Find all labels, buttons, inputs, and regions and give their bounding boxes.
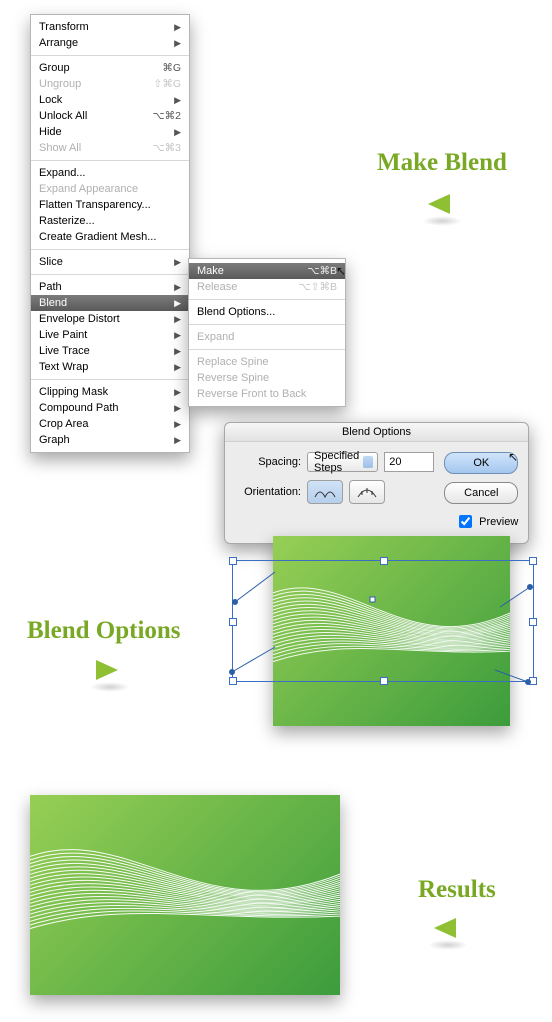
- menu-item-text-wrap[interactable]: Text Wrap▶: [31, 359, 189, 375]
- menu-item-expand-appearance: Expand Appearance: [31, 181, 189, 197]
- submenu-arrow-icon: ▶: [174, 346, 181, 357]
- submenu-arrow-icon: ▶: [174, 419, 181, 430]
- submenu-arrow-icon: ▶: [174, 282, 181, 293]
- orientation-align-path[interactable]: [349, 480, 385, 504]
- menu-item-group[interactable]: Group⌘G: [31, 60, 189, 76]
- shortcut: ⌥⌘B: [307, 265, 337, 277]
- arrow-left-icon: [428, 194, 450, 214]
- submenu-arrow-icon: ▶: [174, 127, 181, 138]
- align-path-icon: [356, 485, 378, 499]
- menu-separator: [31, 379, 189, 380]
- submenu-item-make[interactable]: Make⌥⌘B: [189, 263, 345, 279]
- menu-item-live-trace[interactable]: Live Trace▶: [31, 343, 189, 359]
- submenu-item-reverse-spine: Reverse Spine: [189, 370, 345, 386]
- submenu-arrow-icon: ▶: [174, 314, 181, 325]
- shortcut: ⌥⌘2: [153, 110, 181, 122]
- arrow-left-icon: [434, 918, 456, 938]
- submenu-item-release: Release⌥⇧⌘B: [189, 279, 345, 295]
- arrow-shadow: [428, 940, 468, 950]
- submenu-arrow-icon: ▶: [174, 403, 181, 414]
- submenu-arrow-icon: ▶: [174, 298, 181, 309]
- menu-item-graph[interactable]: Graph▶: [31, 432, 189, 448]
- submenu-arrow-icon: ▶: [174, 330, 181, 341]
- preview-check[interactable]: [459, 515, 472, 528]
- submenu-arrow-icon: ▶: [174, 22, 181, 33]
- menu-item-compound-path[interactable]: Compound Path▶: [31, 400, 189, 416]
- blend-result: [30, 795, 340, 995]
- menu-item-arrange[interactable]: Arrange▶: [31, 35, 189, 51]
- shortcut: ⌥⌘3: [153, 142, 181, 154]
- section-title-results: Results: [418, 876, 496, 904]
- submenu-arrow-icon: ▶: [174, 38, 181, 49]
- cancel-button[interactable]: Cancel: [444, 482, 518, 504]
- submenu-arrow-icon: ▶: [174, 387, 181, 398]
- menu-item-create-gradient-mesh-[interactable]: Create Gradient Mesh...: [31, 229, 189, 245]
- menu-item-live-paint[interactable]: Live Paint▶: [31, 327, 189, 343]
- submenu-arrow-icon: ▶: [174, 435, 181, 446]
- menu-item-expand-[interactable]: Expand...: [31, 165, 189, 181]
- spacing-value-input[interactable]: [384, 452, 434, 472]
- menu-item-slice[interactable]: Slice▶: [31, 254, 189, 270]
- menu-item-path[interactable]: Path▶: [31, 279, 189, 295]
- bezier-handles: [220, 552, 540, 702]
- orientation-align-page[interactable]: [307, 480, 343, 504]
- orientation-label: Orientation:: [235, 486, 301, 498]
- menu-separator: [31, 160, 189, 161]
- spacing-dropdown[interactable]: Specified Steps: [307, 452, 378, 472]
- arrow-right-icon: [96, 660, 118, 680]
- menu-item-unlock-all[interactable]: Unlock All⌥⌘2: [31, 108, 189, 124]
- menu-separator: [189, 324, 345, 325]
- menu-item-blend[interactable]: Blend▶: [31, 295, 189, 311]
- arrow-shadow: [422, 216, 462, 226]
- menu-separator: [31, 274, 189, 275]
- menu-item-rasterize-[interactable]: Rasterize...: [31, 213, 189, 229]
- menu-separator: [31, 55, 189, 56]
- submenu-item-expand: Expand: [189, 329, 345, 345]
- shortcut: ⌘G: [162, 62, 181, 74]
- section-title-make: Make Blend: [377, 149, 507, 177]
- menu-separator: [189, 349, 345, 350]
- section-title-opts: Blend Options: [27, 617, 181, 645]
- menu-item-hide[interactable]: Hide▶: [31, 124, 189, 140]
- align-page-icon: [314, 485, 336, 499]
- submenu-arrow-icon: ▶: [174, 257, 181, 268]
- menu-item-ungroup: Ungroup⇧⌘G: [31, 76, 189, 92]
- object-menu[interactable]: Transform▶Arrange▶ Group⌘GUngroup⇧⌘GLock▶…: [30, 14, 190, 453]
- arrow-shadow: [90, 682, 130, 692]
- menu-separator: [31, 249, 189, 250]
- menu-item-clipping-mask[interactable]: Clipping Mask▶: [31, 384, 189, 400]
- shortcut: ⇧⌘G: [154, 78, 181, 90]
- menu-separator: [189, 299, 345, 300]
- menu-item-transform[interactable]: Transform▶: [31, 19, 189, 35]
- menu-item-crop-area[interactable]: Crop Area▶: [31, 416, 189, 432]
- menu-item-flatten-transparency-[interactable]: Flatten Transparency...: [31, 197, 189, 213]
- menu-item-show-all: Show All⌥⌘3: [31, 140, 189, 156]
- spacing-label: Spacing:: [235, 456, 301, 468]
- menu-item-envelope-distort[interactable]: Envelope Distort▶: [31, 311, 189, 327]
- shortcut: ⌥⇧⌘B: [299, 281, 337, 293]
- submenu-arrow-icon: ▶: [174, 362, 181, 373]
- blend-options-dialog: Blend Options Spacing: Specified Steps O…: [224, 422, 529, 544]
- dialog-title: Blend Options: [225, 423, 528, 442]
- preview-checkbox[interactable]: Preview: [444, 512, 518, 531]
- artboard-result: [30, 795, 340, 995]
- blend-submenu[interactable]: Make⌥⌘BRelease⌥⇧⌘B Blend Options... Expand…: [188, 258, 346, 407]
- cursor-icon: ↖: [336, 264, 346, 278]
- submenu-item-reverse-front-to-back: Reverse Front to Back: [189, 386, 345, 402]
- menu-item-lock[interactable]: Lock▶: [31, 92, 189, 108]
- submenu-item-replace-spine: Replace Spine: [189, 354, 345, 370]
- cursor-icon: ↖: [508, 450, 518, 464]
- submenu-item-blend-options-[interactable]: Blend Options...: [189, 304, 345, 320]
- submenu-arrow-icon: ▶: [174, 95, 181, 106]
